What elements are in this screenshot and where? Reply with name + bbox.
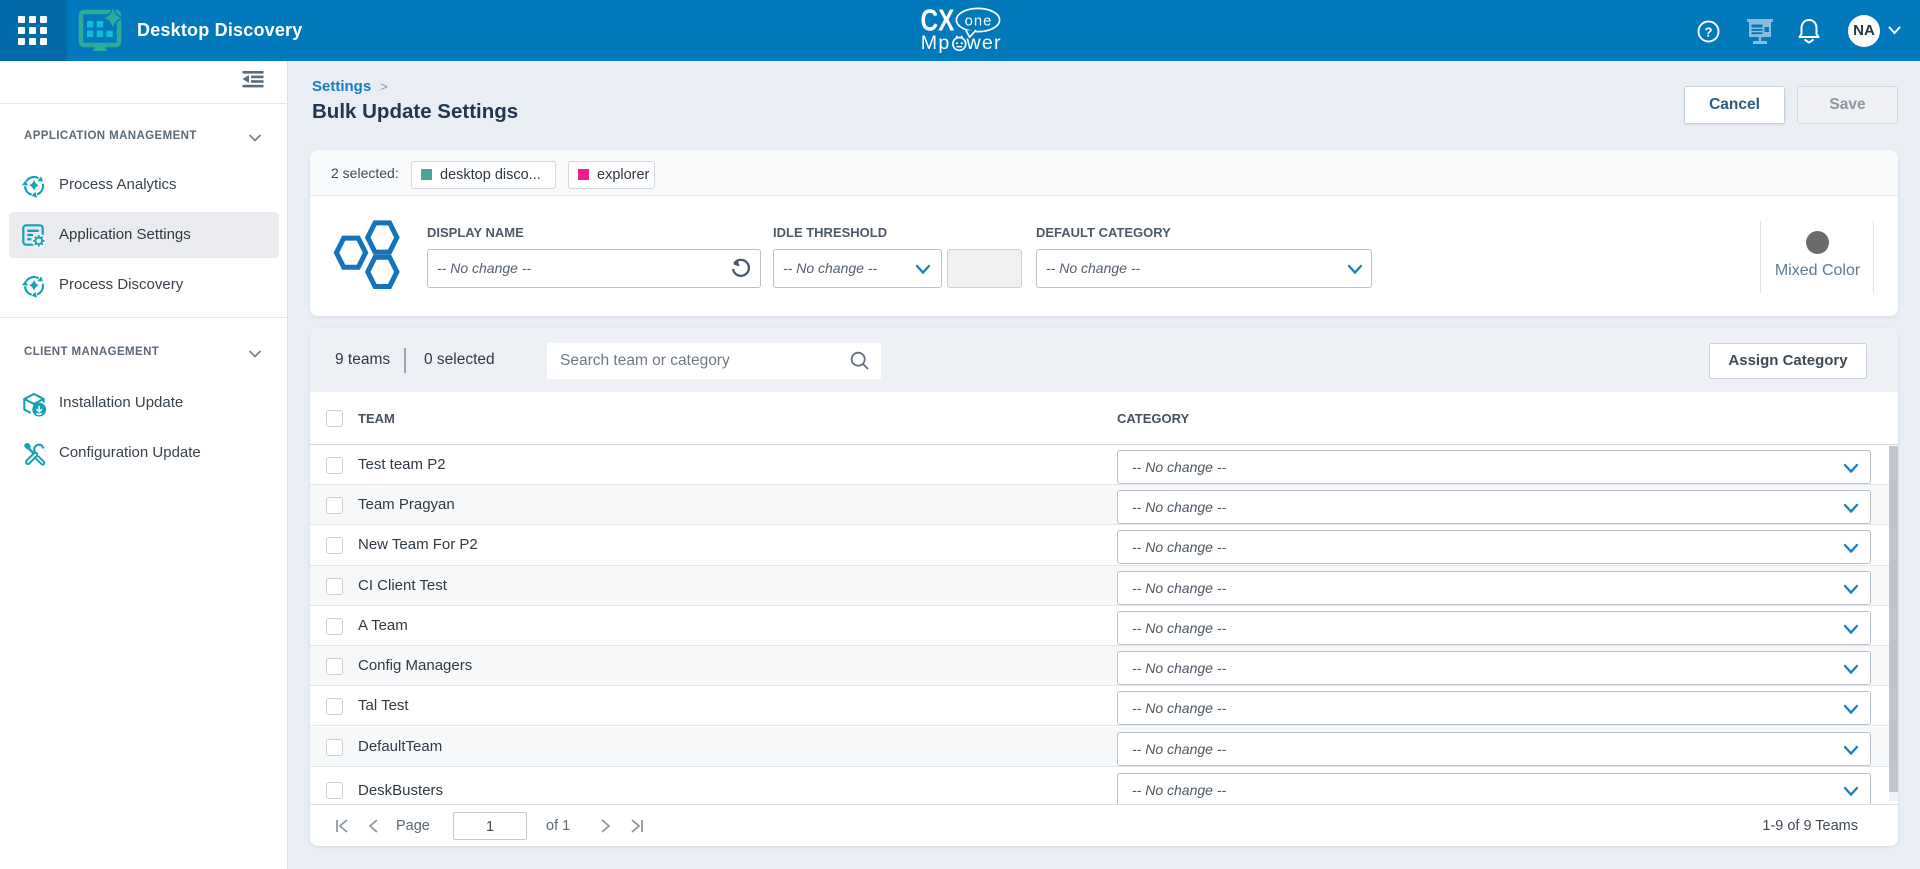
svg-text:one: one: [965, 14, 993, 30]
svg-text:?: ?: [1705, 25, 1713, 40]
svg-text:Mp: Mp: [921, 32, 951, 54]
svg-text:wer: wer: [966, 32, 1002, 54]
